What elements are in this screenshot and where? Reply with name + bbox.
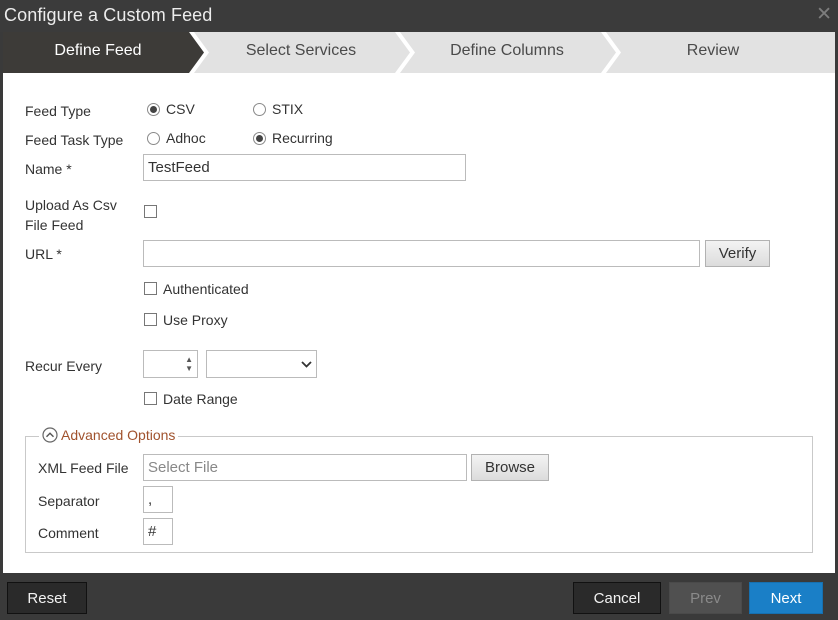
xml-feed-file-input[interactable] [143,454,467,481]
dialog-title: Configure a Custom Feed [4,5,213,25]
radio-indicator [147,102,160,116]
title-bar: Configure a Custom Feed ✕ [0,0,838,32]
radio-label: Recurring [272,130,333,146]
recur-every-label: Recur Every [25,358,103,374]
wizard-steps: Define Feed Select Services Define Colum… [3,32,835,73]
separator-input[interactable] [143,486,173,513]
use-proxy-checkbox[interactable] [144,313,157,326]
name-label: Name * [25,161,72,177]
wizard-step-define-columns[interactable]: Define Columns [407,42,607,60]
feed-task-adhoc-radio[interactable]: Adhoc [147,130,206,146]
upload-csv-label: Upload As Csv File Feed [25,195,117,235]
upload-csv-label-line1: Upload As Csv [25,197,117,213]
comment-label: Comment [38,525,99,541]
upload-csv-checkbox[interactable] [144,205,157,218]
date-range-label: Date Range [163,391,238,407]
prev-button[interactable]: Prev [669,582,742,614]
use-proxy-label: Use Proxy [163,312,228,328]
date-range-checkbox[interactable] [144,392,157,405]
feed-task-recurring-radio[interactable]: Recurring [253,130,333,146]
cancel-button[interactable]: Cancel [573,582,661,614]
chevron-down-icon [301,361,312,368]
stepper-arrows-icon[interactable]: ▲ ▼ [185,355,193,373]
dialog-body: Define Feed Select Services Define Colum… [3,32,835,573]
radio-indicator [253,131,266,145]
next-button[interactable]: Next [749,582,823,614]
chevron-up-circle-icon [42,427,58,443]
browse-button[interactable]: Browse [471,454,549,481]
dialog-footer: Reset Cancel Prev Next [0,573,838,620]
radio-label: Adhoc [166,130,206,146]
upload-csv-label-line2: File Feed [25,217,84,233]
radio-label: CSV [166,101,195,117]
recur-number-stepper[interactable]: ▲ ▼ [143,350,198,378]
advanced-options-legend: Advanced Options [61,427,176,443]
close-icon[interactable]: ✕ [816,3,832,26]
feed-type-csv-radio[interactable]: CSV [147,101,195,117]
radio-indicator [147,131,160,145]
feed-type-stix-radio[interactable]: STIX [253,101,303,117]
separator-label: Separator [38,493,100,509]
wizard-step-define-feed[interactable]: Define Feed [3,42,193,60]
authenticated-label: Authenticated [163,281,249,297]
feed-type-label: Feed Type [25,103,91,119]
xml-feed-file-label: XML Feed File [38,460,129,476]
verify-button[interactable]: Verify [705,240,770,267]
feed-task-type-label: Feed Task Type [25,132,124,148]
url-input[interactable] [143,240,700,267]
advanced-options-toggle[interactable]: Advanced Options [39,427,179,443]
reset-button[interactable]: Reset [7,582,87,614]
radio-indicator [253,102,266,116]
name-input[interactable] [143,154,466,181]
url-label: URL * [25,246,62,262]
radio-label: STIX [272,101,304,117]
comment-input[interactable] [143,518,173,545]
authenticated-checkbox[interactable] [144,282,157,295]
wizard-step-review[interactable]: Review [613,42,813,60]
wizard-step-select-services[interactable]: Select Services [201,42,401,60]
recur-unit-select[interactable] [206,350,317,378]
